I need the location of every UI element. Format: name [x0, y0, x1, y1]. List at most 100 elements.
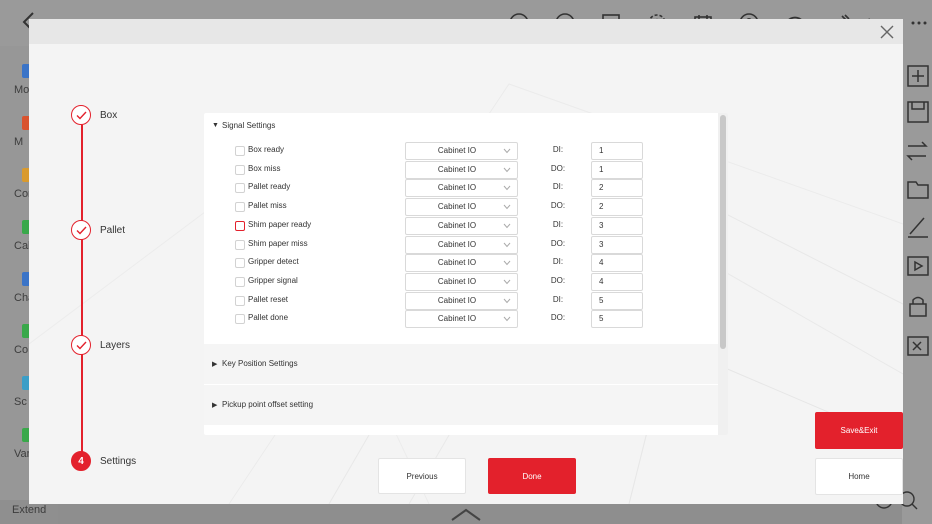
signal-port-input[interactable]: 4	[591, 272, 643, 291]
selected-value: Cabinet IO	[437, 220, 477, 230]
signal-port-input[interactable]: 2	[591, 179, 643, 198]
signal-row: Pallet miss Cabinet IO DO: 2	[204, 198, 718, 217]
signal-type-label: DO:	[550, 313, 566, 323]
signal-name: Pallet done	[248, 313, 289, 323]
signal-port-input[interactable]: 5	[591, 310, 643, 329]
signal-type-label: DO:	[550, 275, 566, 285]
signal-checkbox[interactable]	[235, 202, 245, 213]
wizard-stepper: Box Pallet Layers 4 Settings	[71, 105, 211, 485]
signal-checkbox[interactable]	[235, 314, 245, 325]
signal-port-input[interactable]: 1	[591, 160, 643, 179]
signal-row: Shim paper miss Cabinet IO DO: 3	[204, 235, 718, 254]
signal-name: Shim paper miss	[248, 238, 308, 248]
signal-source-select[interactable]: Cabinet IO	[405, 272, 518, 291]
run-icon[interactable]	[902, 254, 932, 280]
signal-source-select[interactable]: Cabinet IO	[405, 216, 518, 235]
signal-port-input[interactable]: 1	[591, 142, 643, 160]
signal-source-select[interactable]: Cabinet IO	[405, 291, 518, 310]
caret-right-icon: ▶	[212, 401, 218, 409]
add-icon[interactable]	[902, 64, 932, 90]
selected-value: Cabinet IO	[437, 164, 477, 174]
signal-row: Box miss Cabinet IO DO: 1	[204, 160, 718, 179]
signal-checkbox[interactable]	[235, 258, 245, 269]
signal-source-select[interactable]: Cabinet IO	[405, 254, 518, 273]
section-title: Signal Settings	[222, 121, 276, 130]
signal-checkbox[interactable]	[235, 164, 245, 175]
signal-checkbox[interactable]	[235, 276, 245, 287]
signal-source-select[interactable]: Cabinet IO	[405, 160, 518, 179]
signal-checkbox[interactable]	[235, 146, 245, 156]
step-layers[interactable]: Layers	[71, 335, 130, 355]
chevron-up-icon[interactable]	[450, 506, 482, 522]
step-label: Settings	[100, 455, 137, 467]
signal-port-input[interactable]: 4	[591, 254, 643, 273]
edit-icon[interactable]	[902, 214, 932, 240]
selected-value: Cabinet IO	[437, 146, 477, 155]
caret-right-icon: ▶	[212, 360, 218, 368]
signal-source-select[interactable]: Cabinet IO	[405, 310, 518, 329]
signal-type-label: DI:	[552, 219, 564, 229]
selected-value: Cabinet IO	[437, 276, 477, 286]
signal-checkbox[interactable]	[235, 295, 245, 306]
signal-port-input[interactable]: 3	[591, 216, 643, 235]
signal-type-label: DO:	[550, 163, 566, 173]
signal-name: Gripper detect	[248, 257, 299, 267]
section-title: Key Position Settings	[222, 359, 298, 368]
variable-icon[interactable]	[902, 334, 932, 360]
signal-port-input[interactable]: 3	[591, 235, 643, 254]
transfer-icon[interactable]	[902, 138, 932, 164]
signal-row: Gripper signal Cabinet IO DO: 4	[204, 272, 718, 291]
chevron-down-icon	[503, 260, 511, 266]
close-icon[interactable]	[879, 24, 895, 40]
step-label: Layers	[100, 339, 131, 351]
chevron-down-icon	[503, 204, 511, 210]
step-box[interactable]: Box	[71, 105, 117, 125]
signal-name: Pallet ready	[248, 182, 291, 192]
folder-icon[interactable]	[902, 176, 932, 202]
signal-type-label: DO:	[550, 201, 566, 211]
signal-settings-header[interactable]: ▼ Signal Settings	[212, 121, 275, 130]
chevron-down-icon	[503, 167, 511, 172]
panel-scrollbar[interactable]	[718, 113, 728, 435]
section-title: Pickup point offset setting	[222, 400, 314, 409]
scrollbar-thumb[interactable]	[720, 115, 726, 349]
step-label: Pallet	[100, 224, 126, 236]
selected-value: Cabinet IO	[437, 239, 477, 249]
signal-source-select[interactable]: Cabinet IO	[405, 235, 518, 254]
lock-icon[interactable]	[902, 294, 932, 320]
palletizing-wizard-dialog: Box Pallet Layers 4 Settings ▼ Signal Se…	[29, 19, 903, 504]
pickup-offset-header[interactable]: ▶ Pickup point offset setting	[212, 400, 313, 409]
signal-row: Gripper detect Cabinet IO DI: 4	[204, 254, 718, 273]
signal-source-select[interactable]: Cabinet IO	[405, 198, 518, 217]
selected-value: Cabinet IO	[437, 183, 477, 193]
key-position-header[interactable]: ▶ Key Position Settings	[212, 359, 298, 368]
step-label: Box	[100, 109, 118, 121]
save-exit-button[interactable]: Save&Exit	[815, 412, 903, 449]
signal-row: Shim paper ready Cabinet IO DI: 3	[204, 216, 718, 235]
signal-type-label: DO:	[550, 238, 566, 248]
done-button[interactable]: Done	[488, 458, 576, 494]
signal-port-input[interactable]: 5	[591, 291, 643, 310]
signal-checkbox[interactable]	[235, 239, 245, 250]
step-pallet[interactable]: Pallet	[71, 220, 125, 240]
selected-value: Cabinet IO	[437, 258, 477, 268]
signal-source-select[interactable]: Cabinet IO	[405, 179, 518, 198]
signal-port-input[interactable]: 2	[591, 198, 643, 217]
signal-row: Pallet done Cabinet IO DO: 5	[204, 310, 718, 329]
signal-type-label: DI:	[552, 145, 564, 154]
previous-button[interactable]: Previous	[378, 458, 466, 494]
step-number: 4	[71, 451, 91, 471]
save-icon[interactable]	[902, 100, 932, 126]
app-right-toolbar	[902, 46, 932, 524]
chevron-down-icon	[503, 316, 511, 322]
signal-checkbox[interactable]	[235, 220, 245, 231]
signal-source-select[interactable]: Cabinet IO	[405, 142, 518, 160]
chevron-down-icon	[503, 223, 511, 229]
home-button[interactable]: Home	[815, 458, 903, 495]
more-icon[interactable]	[906, 8, 932, 38]
step-settings[interactable]: 4 Settings	[71, 451, 136, 471]
chevron-down-icon	[503, 242, 511, 247]
signal-checkbox[interactable]	[235, 183, 245, 194]
selected-value: Cabinet IO	[437, 295, 477, 305]
check-icon	[71, 220, 91, 240]
